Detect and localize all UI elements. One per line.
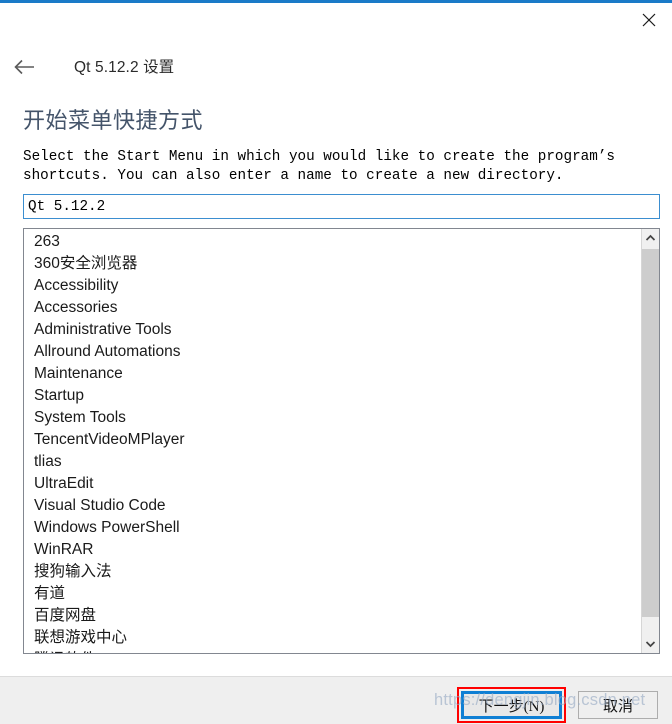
list-item[interactable]: TencentVideoMPlayer [34, 429, 641, 451]
list-item[interactable]: 360安全浏览器 [34, 253, 641, 275]
list-item[interactable]: WinRAR [34, 539, 641, 561]
list-scrollbar[interactable] [641, 229, 659, 653]
list-item[interactable]: 有道 [34, 583, 641, 605]
next-button[interactable]: 下一步(N) [461, 691, 562, 719]
list-item[interactable]: 腾讯软件 [34, 649, 641, 653]
list-item[interactable]: 联想游戏中心 [34, 627, 641, 649]
list-items-container: 263 360安全浏览器 Accessibility Accessories A… [24, 229, 641, 653]
wizard-footer: 下一步(N) 取消 [0, 676, 672, 724]
page-description: Select the Start Menu in which you would… [23, 149, 615, 184]
list-item[interactable]: System Tools [34, 407, 641, 429]
start-menu-name-input[interactable] [23, 194, 660, 219]
list-item[interactable]: Visual Studio Code [34, 495, 641, 517]
scrollbar-thumb[interactable] [642, 249, 659, 617]
list-item[interactable]: UltraEdit [34, 473, 641, 495]
list-item[interactable]: Windows PowerShell [34, 517, 641, 539]
chevron-up-icon[interactable] [642, 229, 659, 247]
list-item[interactable]: tlias [34, 451, 641, 473]
chevron-down-icon[interactable] [642, 635, 659, 653]
close-icon[interactable] [626, 3, 672, 37]
list-item[interactable]: Allround Automations [34, 341, 641, 363]
wizard-header: Qt 5.12.2 设置 [0, 50, 672, 86]
list-item[interactable]: Administrative Tools [34, 319, 641, 341]
back-arrow-icon[interactable] [8, 50, 42, 84]
list-item[interactable]: Startup [34, 385, 641, 407]
list-item[interactable]: Accessibility [34, 275, 641, 297]
cancel-button[interactable]: 取消 [578, 691, 658, 719]
start-menu-folder-list[interactable]: 263 360安全浏览器 Accessibility Accessories A… [23, 228, 660, 654]
list-item[interactable]: 搜狗输入法 [34, 561, 641, 583]
title-bar [0, 3, 672, 40]
list-item[interactable]: Accessories [34, 297, 641, 319]
window-title: Qt 5.12.2 设置 [74, 59, 175, 76]
list-item[interactable]: Maintenance [34, 363, 641, 385]
list-item[interactable]: 百度网盘 [34, 605, 641, 627]
page-title: 开始菜单快捷方式 [23, 108, 204, 133]
list-item[interactable]: 263 [34, 231, 641, 253]
